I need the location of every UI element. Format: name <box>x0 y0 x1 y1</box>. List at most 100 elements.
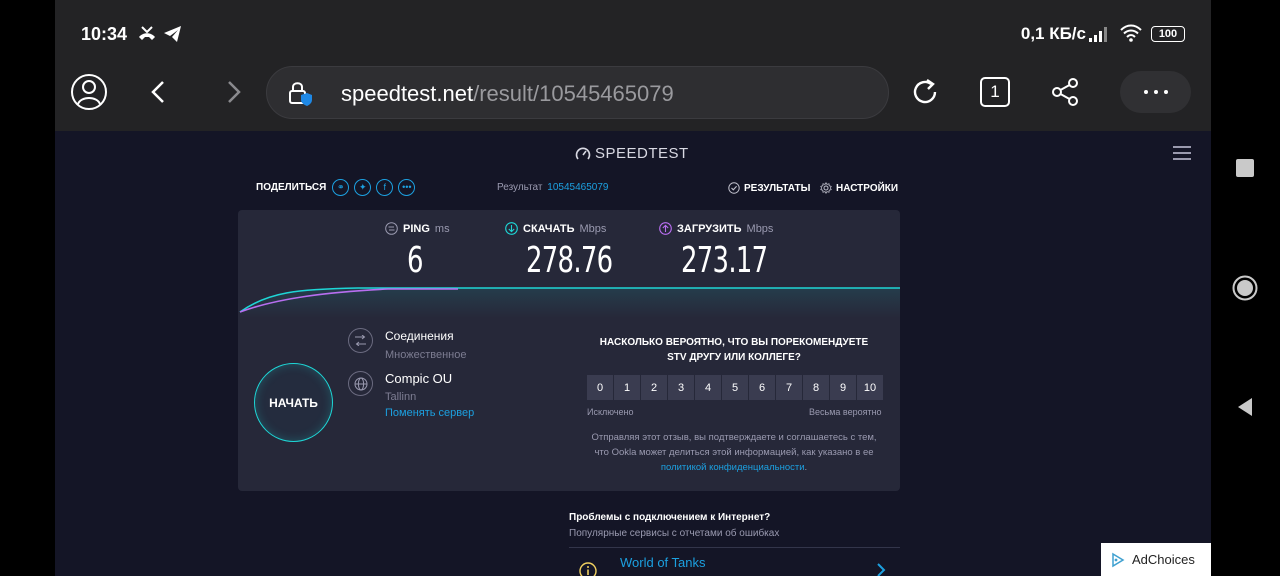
info-icon <box>579 562 597 576</box>
ping-header: PING ms <box>385 222 450 235</box>
nps-option[interactable]: 9 <box>830 375 856 400</box>
url-path: /result/10545465079 <box>473 81 674 106</box>
adchoices-badge[interactable]: AdChoices <box>1101 543 1211 576</box>
ping-unit: ms <box>434 222 450 235</box>
more-share-icon[interactable]: ••• <box>398 178 416 196</box>
more-menu-button[interactable] <box>1120 71 1191 113</box>
lock-shield-icon <box>289 82 312 106</box>
tabs-button[interactable]: 1 <box>980 77 1010 107</box>
link-icon[interactable]: ⚭ <box>332 178 350 196</box>
download-header: СКАЧАТЬ Mbps <box>505 222 606 235</box>
dot-icon <box>1143 90 1148 94</box>
results-link[interactable]: РЕЗУЛЬТАТЫ <box>728 182 810 194</box>
home-button[interactable] <box>1232 275 1258 301</box>
connections-icon <box>348 328 373 353</box>
twitter-icon[interactable]: ✦ <box>354 178 372 196</box>
settings-link-label: НАСТРОЙКИ <box>836 182 899 194</box>
nps-low-label: Исключено <box>587 407 634 417</box>
nps-option[interactable]: 1 <box>614 375 640 400</box>
download-value: 278.76 <box>526 240 613 281</box>
problems-subtitle: Популярные сервисы с отчетами об ошибках <box>569 528 780 539</box>
gear-icon <box>820 182 832 194</box>
download-label: СКАЧАТЬ <box>523 222 575 235</box>
nps-option[interactable]: 3 <box>668 375 694 400</box>
profile-button[interactable] <box>67 70 111 114</box>
url-host: speedtest.net <box>341 81 474 106</box>
battery-icon: 100 <box>1151 26 1185 42</box>
share-button[interactable] <box>1043 70 1087 114</box>
ping-label: PING <box>403 222 430 235</box>
divider <box>569 547 900 548</box>
result-id-link[interactable]: 10545465079 <box>547 182 608 193</box>
connections-value: Множественное <box>385 349 467 361</box>
chevron-right-icon <box>877 563 886 576</box>
nps-option[interactable]: 7 <box>776 375 802 400</box>
logo-text: SPEEDTEST <box>595 145 689 162</box>
connections-title: Соединения <box>385 329 454 343</box>
signal-icon <box>1089 27 1107 42</box>
ping-value: 6 <box>407 240 423 281</box>
speed-graph <box>239 287 900 318</box>
upload-icon <box>659 222 672 235</box>
share-row: ПОДЕЛИТЬСЯ ⚭ ✦ f ••• <box>256 176 420 198</box>
adchoices-icon <box>1112 552 1125 567</box>
nps-disclaimer: Отправляя этот отзыв, вы подтверждаете и… <box>583 430 885 475</box>
facebook-icon[interactable]: f <box>376 178 394 196</box>
chevron-right-icon <box>228 81 241 103</box>
result-id-row: Результат 10545465079 <box>497 182 608 193</box>
browser-toolbar: speedtest.net/result/10545465079 1 <box>55 54 1211 131</box>
nps-option[interactable]: 4 <box>695 375 721 400</box>
result-label: Результат <box>497 182 543 193</box>
start-button[interactable]: НАЧАТЬ <box>254 363 333 442</box>
device-screen: 10:34 0,1 КБ/с 100 speedtest.net/result/… <box>0 0 1280 576</box>
download-unit: Mbps <box>579 222 607 235</box>
nps-question: НАСКОЛЬКО ВЕРОЯТНО, ЧТО ВЫ ПОРЕКОМЕНДУЕТ… <box>599 337 869 363</box>
dot-icon <box>1153 90 1158 94</box>
ping-icon <box>385 222 398 235</box>
download-icon <box>505 222 518 235</box>
nps-option[interactable]: 5 <box>722 375 748 400</box>
nps-high-label: Весьма вероятно <box>809 407 882 417</box>
phone-viewport: 10:34 0,1 КБ/с 100 speedtest.net/result/… <box>55 0 1211 576</box>
chevron-left-icon <box>151 81 164 103</box>
missed-call-icon <box>139 26 155 40</box>
upload-unit: Mbps <box>746 222 774 235</box>
upload-header: ЗАГРУЗИТЬ Mbps <box>659 222 773 235</box>
result-card: PING ms 6 СКАЧАТЬ Mbps 278.76 ЗАГРУЗИТЬ … <box>238 210 900 491</box>
results-link-label: РЕЗУЛЬТАТЫ <box>744 182 811 194</box>
change-server-link[interactable]: Поменять сервер <box>385 407 474 419</box>
nps-disclaimer-suffix: . <box>804 462 808 473</box>
settings-link[interactable]: НАСТРОЙКИ <box>820 182 898 194</box>
share-icon <box>1052 78 1078 106</box>
provider-city: Tallinn <box>385 391 417 403</box>
service-row[interactable]: World of Tanks <box>569 552 900 576</box>
address-bar[interactable]: speedtest.net/result/10545465079 <box>266 66 889 119</box>
url-text: speedtest.net/result/10545465079 <box>341 81 674 107</box>
wifi-icon <box>1120 24 1142 42</box>
nps-option[interactable]: 6 <box>749 375 775 400</box>
upload-label: ЗАГРУЗИТЬ <box>677 222 742 235</box>
privacy-policy-link[interactable]: политикой конфиденциальности <box>661 462 805 473</box>
check-circle-icon <box>728 182 740 194</box>
telegram-icon <box>164 26 181 42</box>
forward-button[interactable] <box>211 70 255 114</box>
battery-level: 100 <box>1158 28 1178 40</box>
service-name: World of Tanks <box>620 555 706 570</box>
back-button[interactable] <box>137 70 181 114</box>
reload-button[interactable] <box>903 70 947 114</box>
nps-option[interactable]: 2 <box>641 375 667 400</box>
nps-option[interactable]: 10 <box>857 375 883 400</box>
back-nav-button[interactable] <box>1236 397 1254 417</box>
dot-icon <box>1163 90 1168 94</box>
status-time: 10:34 <box>81 24 128 44</box>
share-label: ПОДЕЛИТЬСЯ <box>256 181 327 193</box>
nps-scale: 0 1 2 3 4 5 6 7 8 9 10 <box>587 375 883 400</box>
upload-value: 273.17 <box>681 240 768 281</box>
nps-option[interactable]: 8 <box>803 375 829 400</box>
speedtest-logo[interactable]: SPEEDTEST <box>575 145 689 162</box>
problems-title: Проблемы с подключением к Интернет? <box>569 512 771 523</box>
globe-icon <box>348 371 373 396</box>
recents-button[interactable] <box>1236 159 1254 177</box>
hamburger-menu-icon[interactable] <box>1173 146 1191 164</box>
nps-option[interactable]: 0 <box>587 375 613 400</box>
